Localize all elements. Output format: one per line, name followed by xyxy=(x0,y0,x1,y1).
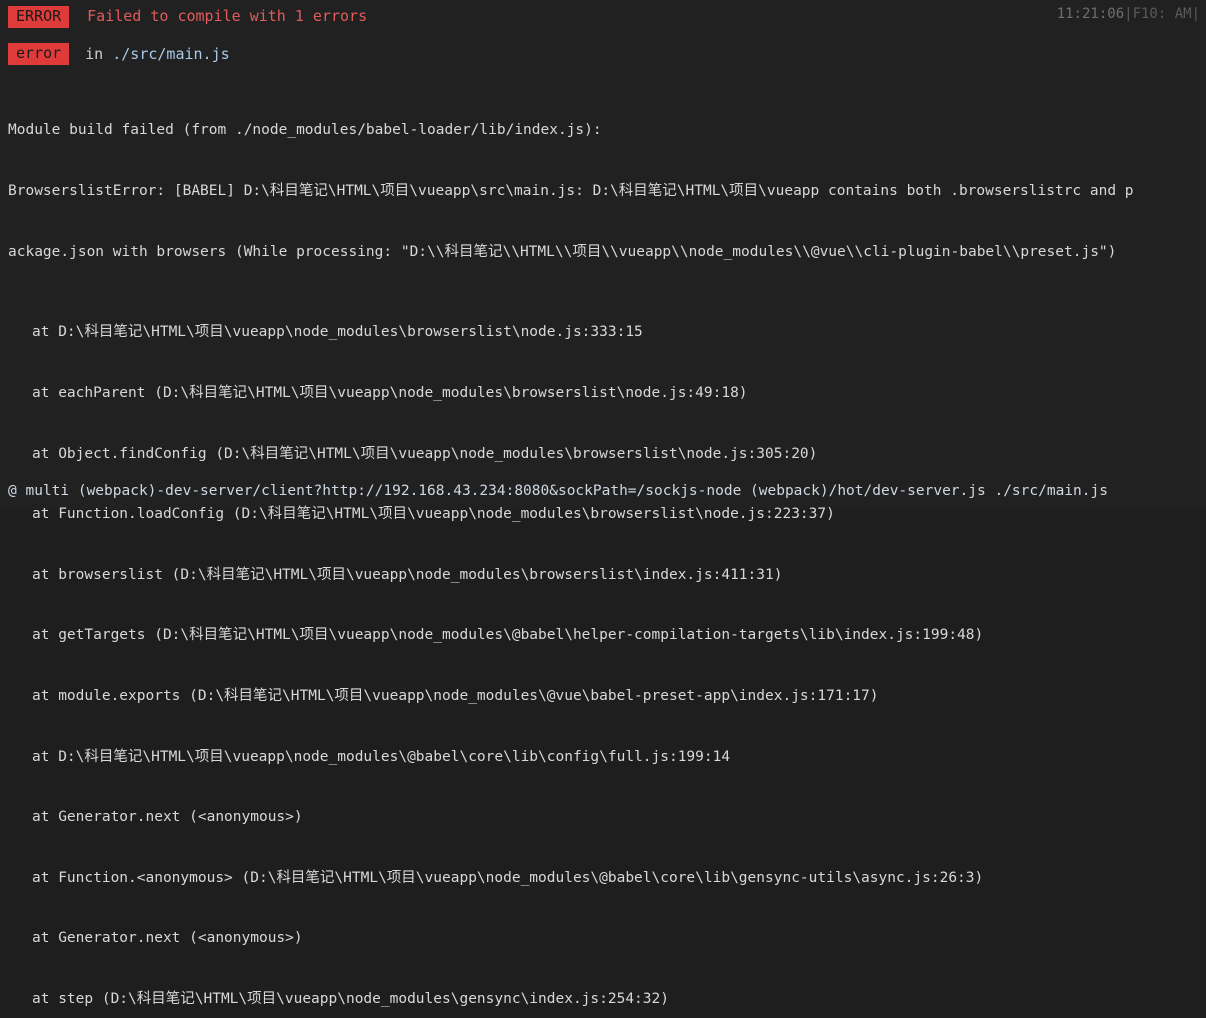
stack-frame: at Generator.next (<anonymous>) xyxy=(32,930,303,947)
stack-frame: at Function.loadConfig (D:\科目笔记\HTML\项目\… xyxy=(32,506,835,523)
error-file-prefix: in xyxy=(85,45,113,63)
error-headline: Failed to compile with 1 errors xyxy=(87,7,368,25)
stack-frame: at eachParent (D:\科目笔记\HTML\项目\vueapp\no… xyxy=(32,384,748,401)
stack-frame: at D:\科目笔记\HTML\项目\vueapp\node_modules\b… xyxy=(32,324,643,341)
error-badge: ERROR xyxy=(8,5,70,28)
status-clock: 11:21:06|F10: AM| xyxy=(1057,5,1200,23)
stack-frame: at getTargets (D:\科目笔记\HTML\项目\vueapp\no… xyxy=(32,627,984,644)
error-badge-small: error xyxy=(8,43,70,65)
error-header: ERROR Failed to compile with 1 errors xyxy=(0,0,1206,33)
compile-error-overlay: ERROR Failed to compile with 1 errors 11… xyxy=(0,0,1206,1007)
stack-frame: at module.exports (D:\科目笔记\HTML\项目\vueap… xyxy=(32,687,879,704)
error-file-path: ./src/main.js xyxy=(112,45,230,63)
stack-frame: at Object.findConfig (D:\科目笔记\HTML\项目\vu… xyxy=(32,445,818,462)
stack-frame: at Generator.next (<anonymous>) xyxy=(32,809,303,826)
log-line: BrowserslistError: [BABEL] D:\科目笔记\HTML\… xyxy=(8,183,1134,199)
error-log: Module build failed (from ./node_modules… xyxy=(8,80,1206,1018)
log-line: Module build failed (from ./node_modules… xyxy=(8,122,602,139)
stack-frame: at browserslist (D:\科目笔记\HTML\项目\vueapp\… xyxy=(32,566,783,583)
error-subheader: error in ./src/main.js xyxy=(0,41,230,67)
log-line: ackage.json with browsers (While process… xyxy=(8,243,1117,260)
clock-time: 11:21:06 xyxy=(1056,6,1125,22)
clock-fragment: |F10: AM| xyxy=(1124,6,1200,22)
error-file-line: in ./src/main.js xyxy=(85,44,230,64)
webpack-entry-line: @ multi (webpack)-dev-server/client?http… xyxy=(8,483,1108,499)
stack-frame: at Function.<anonymous> (D:\科目笔记\HTML\项目… xyxy=(32,869,984,886)
stack-frame: at D:\科目笔记\HTML\项目\vueapp\node_modules\@… xyxy=(32,748,731,765)
stack-frame: at step (D:\科目笔记\HTML\项目\vueapp\node_mod… xyxy=(32,990,669,1007)
